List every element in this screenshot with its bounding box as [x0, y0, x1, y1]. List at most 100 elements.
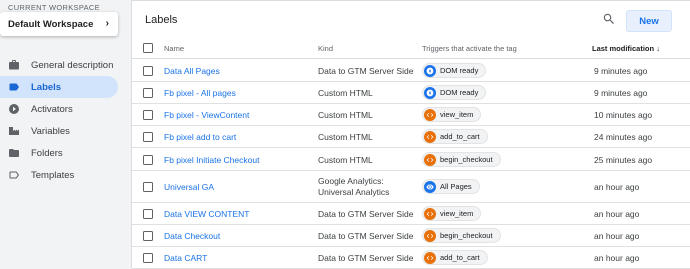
trigger-chip[interactable]: All Pages: [422, 179, 480, 194]
tag-name-link[interactable]: Data Checkout: [164, 231, 220, 241]
template-icon: [8, 170, 20, 180]
select-all-checkbox[interactable]: [143, 43, 153, 53]
panel-title: Labels: [145, 14, 178, 26]
row-checkbox[interactable]: [143, 231, 153, 241]
trigger-chip[interactable]: begin_checkout: [422, 152, 501, 167]
table-row[interactable]: Fb pixel - All pages Custom HTML DOM ready…: [132, 82, 690, 104]
column-header-name[interactable]: Name: [164, 44, 184, 53]
tag-name-link[interactable]: Universal GA: [164, 182, 214, 192]
row-checkbox[interactable]: [143, 155, 153, 165]
table-row[interactable]: Universal GA Google Analytics: Universal A…: [132, 171, 690, 203]
trigger-chip[interactable]: view_item: [422, 206, 482, 221]
custom-event-icon: [424, 251, 436, 264]
table-row[interactable]: Data Checkout Data to GTM Server Side begi…: [132, 225, 690, 247]
tag-kind: Data to GTM Server Side: [318, 66, 413, 77]
tag-name-link[interactable]: Data VIEW CONTENT: [164, 209, 249, 219]
tag-kind: Custom HTML: [318, 110, 373, 121]
tag-kind-line-2: Universal Analytics: [318, 187, 390, 197]
tag-kind: Data to GTM Server Side: [318, 209, 413, 220]
tag-kind-line: Custom HTML: [318, 110, 373, 120]
last-modified: an hour ago: [594, 231, 640, 241]
tag-name-link[interactable]: Fb pixel - ViewContent: [164, 110, 249, 120]
custom-event-icon: [424, 229, 436, 242]
trigger-chip[interactable]: add_to_cart: [422, 129, 488, 144]
sidebar-item-label: Templates: [31, 169, 75, 181]
sidebar-item-activators[interactable]: Activators: [0, 98, 118, 120]
sidebar-item-general-description[interactable]: General description: [0, 54, 118, 76]
custom-event-icon: [424, 207, 436, 220]
workspace-selector[interactable]: Default Workspace ›: [0, 12, 118, 36]
sidebar-item-label: Activators: [31, 103, 73, 115]
search-icon[interactable]: [602, 12, 618, 28]
tag-kind-line: Data to GTM Server Side: [318, 253, 414, 263]
tag-name-link[interactable]: Fb pixel - All pages: [164, 88, 236, 98]
trigger-name: DOM ready: [440, 66, 479, 75]
trigger-chip[interactable]: DOM ready: [422, 63, 487, 78]
trigger-name: All Pages: [440, 182, 472, 191]
last-modified: an hour ago: [594, 253, 640, 263]
chevron-right-icon: ›: [105, 18, 109, 29]
trigger-name: view_item: [440, 209, 474, 218]
trigger-name: begin_checkout: [440, 155, 493, 164]
column-header-modified-label: Last modification: [592, 44, 655, 53]
sidebar-item-templates[interactable]: Templates: [0, 164, 118, 186]
tag-kind: Custom HTML: [318, 88, 373, 99]
trigger-chip[interactable]: begin_checkout: [422, 228, 501, 243]
table-row[interactable]: Fb pixel Initiate Checkout Custom HTML beg…: [132, 148, 690, 171]
table-row[interactable]: Fb pixel add to cart Custom HTML add_to_ca…: [132, 126, 690, 148]
table-row[interactable]: Data All Pages Data to GTM Server Side DOM…: [132, 59, 690, 82]
tag-kind-line: Custom HTML: [318, 132, 373, 142]
tag-kind-line: Custom HTML: [318, 155, 373, 165]
column-header-kind[interactable]: Kind: [318, 44, 333, 53]
sidebar-item-label: Labels: [31, 81, 62, 93]
row-checkbox[interactable]: [143, 209, 153, 219]
row-checkbox[interactable]: [143, 66, 153, 76]
dom-ready-icon: [424, 86, 436, 99]
row-checkbox[interactable]: [143, 182, 153, 192]
last-modified: an hour ago: [594, 209, 640, 219]
trigger-name: DOM ready: [440, 88, 479, 97]
row-checkbox[interactable]: [143, 110, 153, 120]
tag-kind: Data to GTM Server Side: [318, 253, 413, 264]
trigger-name: add_to_cart: [440, 132, 480, 141]
eye-icon: [424, 180, 436, 193]
last-modified: 25 minutes ago: [594, 155, 653, 165]
folder-icon: [8, 148, 20, 158]
row-checkbox[interactable]: [143, 253, 153, 263]
table-row[interactable]: Data VIEW CONTENT Data to GTM Server Side…: [132, 203, 690, 225]
tag-kind-line: Data to GTM Server Side: [318, 231, 414, 241]
tag-name-link[interactable]: Data CART: [164, 253, 207, 263]
tag-kind-line: Custom HTML: [318, 88, 373, 98]
new-tag-button[interactable]: New: [626, 10, 672, 32]
column-header-triggers[interactable]: Triggers that activate the tag: [422, 44, 517, 53]
last-modified: 9 minutes ago: [594, 88, 648, 98]
row-checkbox[interactable]: [143, 132, 153, 142]
sidebar-item-folders[interactable]: Folders: [0, 142, 118, 164]
table-row[interactable]: Fb pixel - ViewContent Custom HTML view_it…: [132, 104, 690, 126]
sidebar-item-variables[interactable]: Variables: [0, 120, 118, 142]
last-modified: 9 minutes ago: [594, 66, 648, 76]
tag-name-link[interactable]: Fb pixel add to cart: [164, 132, 236, 142]
table-header: Name Kind Triggers that activate the tag…: [132, 37, 690, 59]
last-modified: 24 minutes ago: [594, 132, 653, 142]
table-row[interactable]: Data CART Data to GTM Server Side add_to_c…: [132, 247, 690, 269]
column-header-modified[interactable]: Last modification ↓: [592, 44, 660, 53]
custom-event-icon: [424, 108, 436, 121]
trigger-chip[interactable]: DOM ready: [422, 85, 487, 100]
tag-kind: Google Analytics: Universal Analytics: [318, 176, 389, 198]
last-modified: 10 minutes ago: [594, 110, 653, 120]
last-modified: an hour ago: [594, 182, 640, 192]
trigger-icon: [8, 104, 20, 114]
sidebar-item-labels[interactable]: Labels: [0, 76, 118, 98]
tags-panel: Labels New Name Kind Triggers that activ…: [131, 0, 690, 269]
trigger-chip[interactable]: add_to_cart: [422, 250, 488, 265]
custom-event-icon: [424, 153, 436, 166]
trigger-name: begin_checkout: [440, 231, 493, 240]
row-checkbox[interactable]: [143, 88, 153, 98]
tag-kind: Custom HTML: [318, 155, 373, 166]
trigger-chip[interactable]: view_item: [422, 107, 482, 122]
tag-name-link[interactable]: Fb pixel Initiate Checkout: [164, 155, 259, 165]
sidebar-item-label: General description: [31, 59, 114, 71]
tag-name-link[interactable]: Data All Pages: [164, 66, 220, 76]
sidebar-item-label: Variables: [31, 125, 70, 137]
